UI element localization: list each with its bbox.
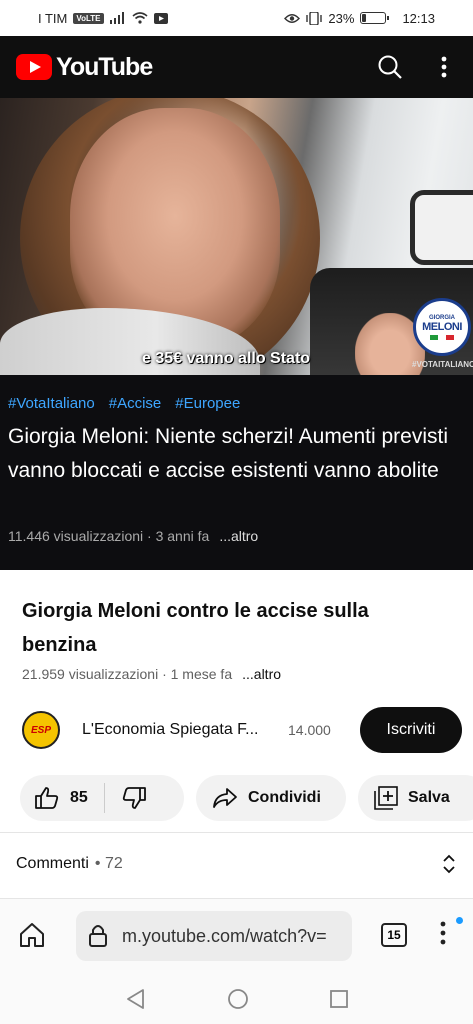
hashtag[interactable]: #Accise: [109, 395, 162, 412]
media-icon: [153, 12, 168, 24]
home-icon[interactable]: [18, 921, 46, 949]
app-header: YouTube: [0, 36, 473, 98]
signal-icon: [109, 12, 124, 24]
video-overlay-more[interactable]: ...altro: [219, 528, 258, 544]
recents-icon[interactable]: [329, 989, 349, 1009]
hashtag[interactable]: #VotaItaliano: [8, 395, 95, 412]
video-overlay-views: 11.446 visualizzazioni · 3 anni fa: [8, 528, 210, 544]
subscriber-count: 14.000: [288, 722, 331, 738]
comments-label: Commenti: [16, 855, 89, 872]
carrier-label: I TIM: [38, 10, 68, 26]
divider: [0, 832, 473, 833]
comments-count: • 72: [94, 855, 123, 872]
status-bar: I TIM VoLTE 23% 12:13: [0, 0, 473, 36]
tricolor-stripe: [430, 334, 454, 340]
video-caption: e 35€ vanno allo Stato: [142, 350, 311, 367]
logo-text: YouTube: [56, 52, 153, 81]
hashtags: #VotaItaliano #Accise #Europee: [8, 395, 240, 412]
subscribe-button[interactable]: Iscriviti: [360, 707, 462, 753]
browser-menu-icon[interactable]: [440, 921, 446, 945]
url-text: m.youtube.com/watch?v=: [122, 925, 327, 946]
save-playlist-icon: [374, 786, 398, 810]
save-label: Salva: [408, 789, 450, 806]
more-vert-icon[interactable]: [441, 56, 447, 78]
channel-row: ESP L'Economia Spiegata F... 14.000 Iscr…: [22, 706, 462, 754]
like-count[interactable]: 85: [70, 789, 88, 807]
channel-avatar[interactable]: ESP: [22, 711, 60, 749]
view-count: 21.959 visualizzazioni · 1 mese fa: [22, 666, 233, 682]
browser-toolbar: m.youtube.com/watch?v= 15: [0, 898, 473, 974]
hashtag[interactable]: #Europee: [175, 395, 240, 412]
thumbs-up-icon[interactable]: [34, 786, 60, 810]
clock: 12:13: [402, 10, 435, 26]
system-nav-bar: [0, 974, 473, 1024]
video-overlay-title: Giorgia Meloni: Niente scherzi! Aumenti …: [8, 425, 449, 482]
like-separator: [103, 783, 105, 813]
eye-icon: [284, 13, 301, 23]
save-button[interactable]: Salva: [358, 775, 473, 821]
battery-percent: 23%: [328, 10, 355, 26]
thumbs-down-icon[interactable]: [121, 786, 147, 810]
more-link[interactable]: ...altro: [242, 666, 281, 682]
action-bar: 85 Condividi Salva: [20, 775, 473, 821]
video-frame[interactable]: GIORGIA MELONI e 35€ vanno allo Stato #V…: [0, 98, 473, 375]
video-meta: 21.959 visualizzazioni · 1 mese fa ...al…: [22, 666, 281, 682]
battery-icon: [360, 12, 390, 24]
tab-switcher[interactable]: 15: [381, 923, 407, 947]
wifi-icon: [132, 12, 148, 24]
vibrate-icon: [306, 11, 323, 25]
url-bar[interactable]: m.youtube.com/watch?v=: [76, 911, 352, 961]
campaign-badge: GIORGIA MELONI: [413, 298, 471, 356]
search-icon[interactable]: [377, 54, 403, 80]
youtube-play-icon: [16, 54, 52, 80]
badge-name-text: MELONI: [422, 320, 462, 333]
video-overlay-meta: 11.446 visualizzazioni · 3 anni fa ...al…: [8, 528, 258, 544]
update-dot: [456, 917, 463, 924]
home-nav-icon[interactable]: [227, 988, 249, 1010]
page-title: Giorgia Meloni contro le accise sulla be…: [22, 600, 369, 656]
share-icon: [213, 788, 237, 808]
youtube-logo[interactable]: YouTube: [16, 52, 153, 82]
comments-header[interactable]: Commenti • 72: [16, 853, 456, 875]
video-watermark: #VOTAITALIANO: [412, 360, 473, 369]
lock-icon: [89, 925, 107, 947]
back-icon[interactable]: [125, 988, 147, 1010]
volte-badge: VoLTE: [73, 12, 104, 24]
video-player[interactable]: GIORGIA MELONI e 35€ vanno allo Stato #V…: [0, 98, 473, 570]
car-mirror: [410, 190, 473, 265]
share-label: Condividi: [248, 789, 321, 806]
expand-collapse-icon[interactable]: [442, 853, 456, 875]
channel-name[interactable]: L'Economia Spiegata F...: [82, 721, 282, 739]
like-dislike-group: 85: [20, 775, 184, 821]
share-button[interactable]: Condividi: [196, 775, 346, 821]
